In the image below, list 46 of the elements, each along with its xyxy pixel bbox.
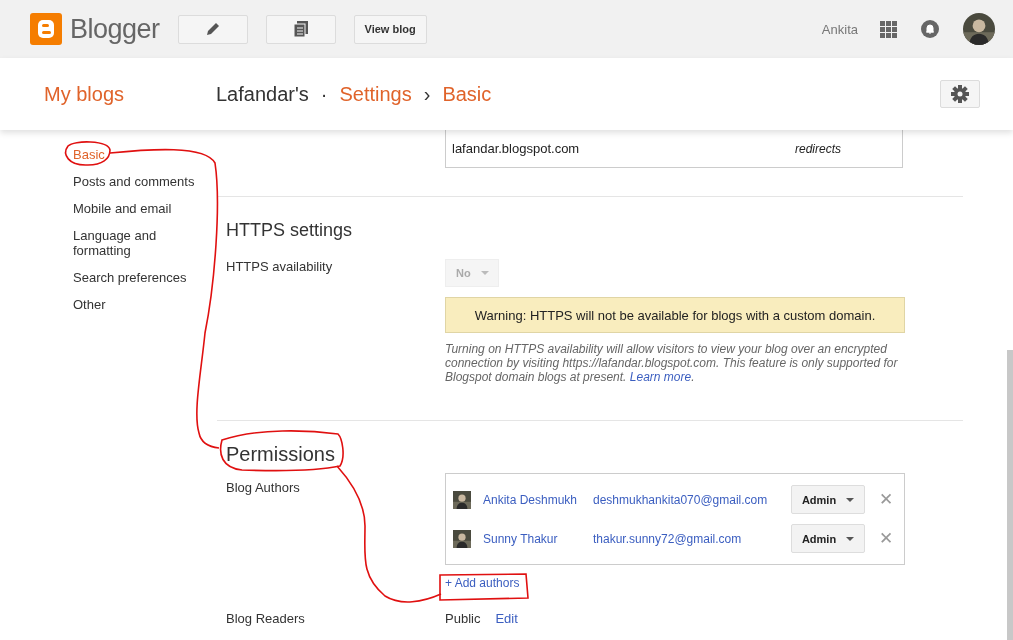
view-blog-button[interactable]: View blog [353,14,427,44]
field-label: Blog Readers [226,611,306,626]
pencil-icon [204,21,221,37]
user-name: Ankita [821,21,858,37]
my-blogs-link[interactable]: My blogs [44,82,216,106]
page-title: Basic [442,82,492,106]
blog-name: Lafandar's [216,82,309,106]
logo-icon [30,13,62,45]
sidebar-item[interactable]: Search preferences [73,270,203,285]
sidebar-item[interactable]: Mobile and email [73,201,203,216]
sidebar-item[interactable]: Other [73,297,203,312]
warning-banner: Warning: HTTPS will not be available for blogs with a custom domain. [445,297,905,333]
readers-value: Public [445,611,481,626]
apps-grid-icon[interactable] [880,20,897,38]
author-email[interactable]: thakur.sunny72@gmail.com [593,531,791,546]
domain-status: redirects [795,141,841,156]
settings-button[interactable] [940,80,980,108]
section-title: HTTPS settings [226,220,353,241]
breadcrumb-separator: · [320,82,328,106]
new-post-button[interactable] [177,14,248,44]
add-authors-link[interactable]: + Add authors [445,576,905,590]
https-note: Turning on HTTPS availability will allow visitors to view your blog over an encrypted connection by visiting https://lafandar.blogspot.com. This feature is only supported for Blogspot domain blogs at present. Learn more. [445,342,899,384]
breadcrumb-arrow: › [423,82,431,106]
domain-name: lafandar.blogspot.com [452,141,581,156]
section-title: Permissions [226,443,335,466]
author-email[interactable]: deshmukhankita070@gmail.com [593,492,791,507]
logo-text: Blogger [70,13,160,45]
role-dropdown[interactable]: Admin [791,524,865,553]
settings-icon [951,85,969,103]
role-dropdown[interactable]: Admin [791,485,865,514]
author-name[interactable]: Ankita Deshmukh [483,492,593,507]
author-name[interactable]: Sunny Thakur [483,531,593,546]
field-label: HTTPS availability [226,259,334,274]
sidebar-item[interactable]: Posts and comments [73,174,203,189]
pages-icon [293,21,308,37]
bell-icon[interactable] [921,20,939,38]
sidebar-item[interactable]: Language and formatting [73,228,203,258]
caret-icon [846,497,855,502]
field-label: Blog Authors [226,480,301,495]
scrollbar[interactable] [1007,350,1013,640]
sidebar-item[interactable]: Basic [73,147,203,162]
caret-icon [480,271,489,275]
caret-icon [846,536,855,541]
edit-link[interactable]: Edit [495,611,518,626]
posts-button[interactable] [265,14,336,44]
settings-link[interactable]: Settings [339,82,412,106]
